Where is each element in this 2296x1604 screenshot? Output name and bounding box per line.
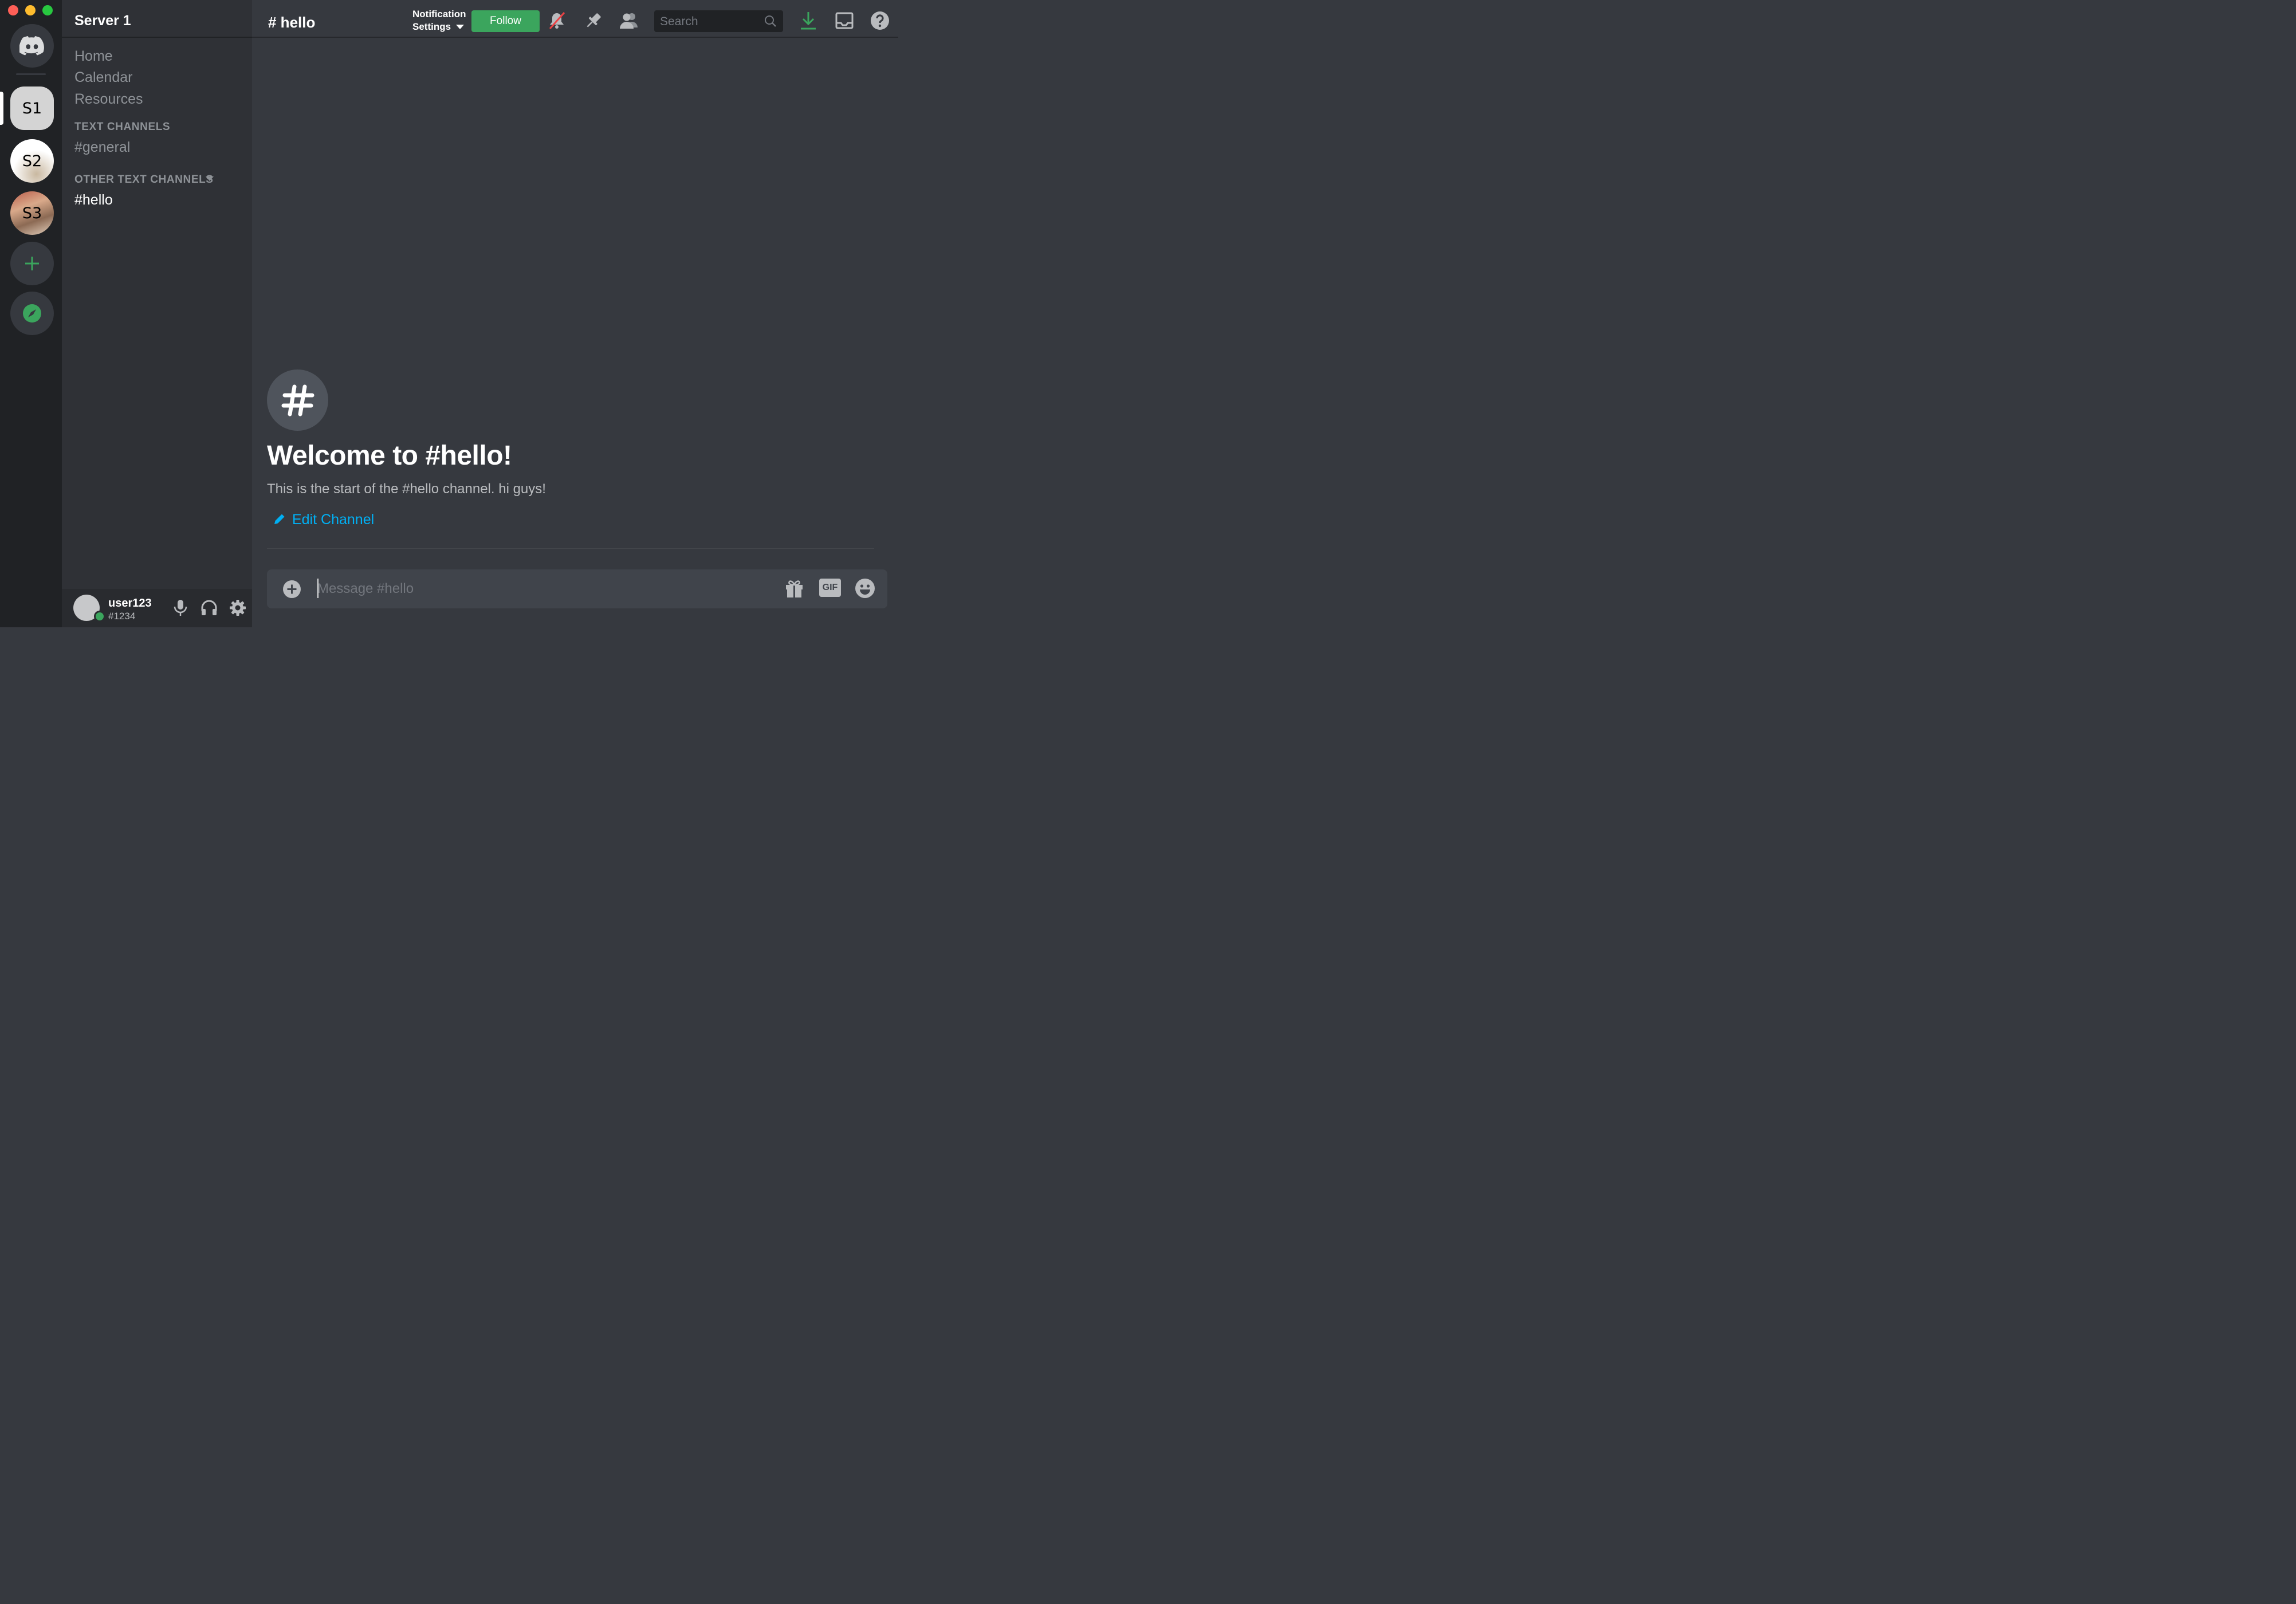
channel-hash-avatar <box>267 369 328 431</box>
pin-icon <box>587 13 601 27</box>
server-s1-button[interactable]: S1 <box>10 87 54 130</box>
search-placeholder: Search <box>660 15 698 28</box>
server-label: S3 <box>22 204 42 222</box>
welcome-description: This is the start of the #hello channel.… <box>267 481 546 497</box>
bell-muted-icon <box>549 12 565 29</box>
download-icon <box>801 12 816 30</box>
channel-general[interactable]: #general <box>74 139 130 156</box>
notification-settings-line1: Notification <box>412 9 466 19</box>
notification-settings-button[interactable]: Notification Settings <box>412 8 466 33</box>
minimize-window-button[interactable] <box>25 5 36 15</box>
plus-icon <box>25 257 39 270</box>
server-label: S2 <box>22 152 42 170</box>
members-icon <box>620 13 638 29</box>
nav-item-calendar[interactable]: Calendar <box>74 69 132 86</box>
notification-settings-line2: Settings <box>412 21 451 32</box>
channel-hello[interactable]: #hello <box>74 192 113 209</box>
server-s3-button[interactable]: S3 <box>10 191 54 235</box>
channel-sidebar: Server 1 Home Calendar Resources TEXT CH… <box>62 0 252 627</box>
help-icon <box>871 11 889 30</box>
help-button[interactable] <box>870 10 890 31</box>
search-input[interactable]: Search <box>654 10 783 32</box>
chevron-down-icon[interactable] <box>205 176 214 182</box>
gif-button[interactable]: GIF <box>819 579 841 597</box>
message-composer: Message #hello GIF <box>267 569 887 608</box>
rail-divider <box>16 73 46 75</box>
nav-item-resources[interactable]: Resources <box>74 91 143 108</box>
add-server-button[interactable] <box>10 242 54 285</box>
microphone-icon <box>174 600 187 616</box>
message-input[interactable]: Message #hello <box>317 581 414 597</box>
edit-channel-link[interactable]: Edit Channel <box>292 512 374 528</box>
welcome-title: Welcome to #hello! <box>267 441 512 471</box>
user-panel: user123 #1234 <box>62 589 252 627</box>
server-s2-button[interactable]: S2 <box>10 139 54 183</box>
compass-icon <box>23 304 41 323</box>
user-settings-button[interactable] <box>228 598 247 618</box>
attach-plus-icon[interactable] <box>282 580 301 599</box>
inbox-icon <box>835 12 854 29</box>
discord-logo-icon <box>19 36 44 56</box>
download-button[interactable] <box>798 10 819 31</box>
close-window-button[interactable] <box>8 5 18 15</box>
mute-channel-button[interactable] <box>547 10 567 31</box>
selected-server-indicator <box>0 92 3 125</box>
server-header[interactable]: Server 1 <box>62 0 252 38</box>
pencil-icon[interactable] <box>273 512 286 526</box>
inbox-button[interactable] <box>834 10 855 31</box>
channel-title: # hello <box>268 14 316 31</box>
hashtag-icon <box>281 384 314 416</box>
mute-button[interactable] <box>171 598 190 618</box>
username: user123 <box>108 597 152 610</box>
search-icon <box>765 15 776 27</box>
chat-header: # hello Notification Settings Follow Sea… <box>252 0 898 38</box>
gif-label: GIF <box>822 583 838 592</box>
pinned-messages-button[interactable] <box>583 10 604 31</box>
headphones-icon <box>201 600 217 615</box>
user-tag: #1234 <box>108 611 136 622</box>
nav-item-home[interactable]: Home <box>74 48 113 65</box>
category-other-text-channels[interactable]: OTHER TEXT CHANNELS <box>74 174 214 186</box>
server-name: Server 1 <box>74 13 131 29</box>
status-online-indicator <box>94 611 105 622</box>
caret-down-icon <box>455 25 464 29</box>
member-list-button[interactable] <box>619 10 639 31</box>
follow-button[interactable]: Follow <box>471 10 540 32</box>
message-divider <box>267 548 874 549</box>
maximize-window-button[interactable] <box>42 5 53 15</box>
gear-icon <box>230 600 246 616</box>
home-button[interactable] <box>10 24 54 68</box>
server-rail: S1 S2 S3 <box>0 0 62 627</box>
emoji-icon[interactable] <box>855 578 875 599</box>
gift-icon[interactable] <box>784 579 804 599</box>
category-text-channels[interactable]: TEXT CHANNELS <box>74 121 170 133</box>
deafen-button[interactable] <box>199 598 219 618</box>
server-label: S1 <box>22 99 42 117</box>
explore-servers-button[interactable] <box>10 292 54 335</box>
